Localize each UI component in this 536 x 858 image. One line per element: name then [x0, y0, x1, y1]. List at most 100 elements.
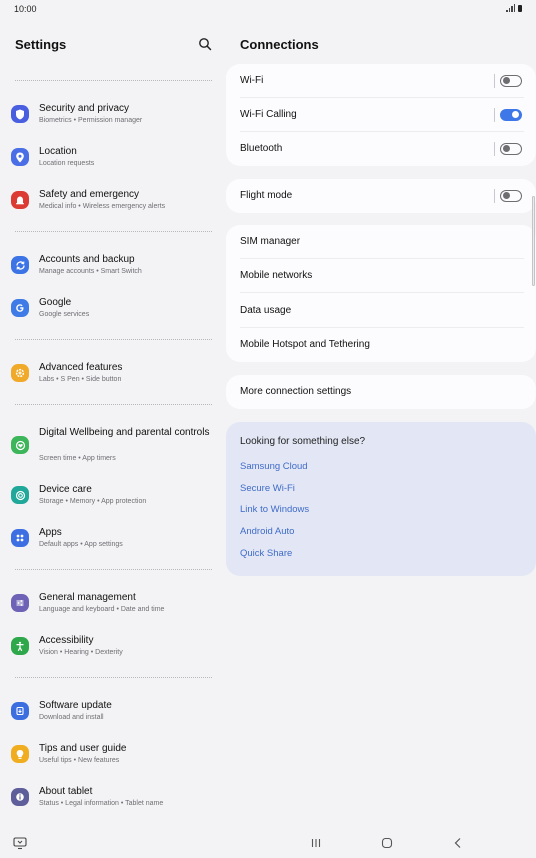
menu-item-general-management[interactable]: General management Language and keyboard…: [0, 591, 224, 621]
link-samsung-cloud[interactable]: Samsung Cloud: [240, 461, 308, 472]
suggestions-card: Looking for something else? Samsung Clou…: [226, 422, 536, 576]
row-label: Wi-Fi: [240, 75, 264, 86]
menu-item-subtitle: Storage • Memory • App protection: [39, 498, 147, 505]
menu-item-title: Tips and user guide: [39, 743, 127, 754]
divider: [15, 677, 212, 678]
wifi-toggle[interactable]: [500, 75, 522, 87]
info-icon: [11, 788, 29, 806]
row-mobile-hotspot[interactable]: Mobile Hotspot and Tethering: [226, 328, 536, 362]
location-pin-icon: [11, 148, 29, 166]
flight-mode-toggle[interactable]: [500, 190, 522, 202]
menu-item-title: Device care: [39, 484, 92, 495]
menu-item-advanced-features[interactable]: Advanced features Labs • S Pen • Side bu…: [0, 361, 224, 391]
menu-item-google[interactable]: Google Google services: [0, 296, 224, 326]
status-bar: 10:00: [0, 0, 536, 18]
menu-item-subtitle: Default apps • App settings: [39, 541, 123, 548]
accessibility-icon: [11, 637, 29, 655]
row-label: Flight mode: [240, 190, 293, 201]
status-time: 10:00: [14, 4, 37, 14]
row-divider: [494, 74, 495, 88]
menu-item-subtitle: Useful tips • New features: [39, 757, 120, 764]
menu-item-title: Security and privacy: [39, 103, 130, 114]
emergency-icon: [11, 191, 29, 209]
settings-title: Settings: [15, 37, 67, 52]
menu-item-title: Advanced features: [39, 362, 123, 373]
divider: [15, 339, 212, 340]
signal-icon: [506, 4, 515, 12]
menu-item-subtitle: Google services: [39, 311, 90, 318]
wifi-calling-toggle[interactable]: [500, 109, 522, 121]
flight-mode-card: Flight mode: [226, 179, 536, 213]
menu-item-about-tablet[interactable]: About tablet Status • Legal information …: [0, 785, 224, 815]
link-secure-wifi[interactable]: Secure Wi-Fi: [240, 483, 295, 494]
more-settings-card: More connection settings: [226, 375, 536, 409]
row-label: Mobile networks: [240, 270, 313, 281]
link-quick-share[interactable]: Quick Share: [240, 548, 292, 559]
row-mobile-networks[interactable]: Mobile networks: [226, 259, 536, 293]
row-wifi[interactable]: Wi-Fi: [226, 64, 536, 98]
search-icon: [199, 38, 212, 51]
software-update-icon: [11, 702, 29, 720]
menu-item-title: General management: [39, 592, 136, 603]
menu-item-safety-emergency[interactable]: Safety and emergency Medical info • Wire…: [0, 188, 224, 218]
row-divider: [494, 108, 495, 122]
menu-item-subtitle: Screen time • App timers: [39, 455, 116, 462]
row-sim-manager[interactable]: SIM manager: [226, 225, 536, 259]
home-icon: [381, 837, 393, 849]
row-divider: [494, 189, 495, 203]
menu-item-subtitle: Language and keyboard • Date and time: [39, 606, 165, 613]
network-card: SIM manager Mobile networks Data usage M…: [226, 225, 536, 362]
menu-item-title: Google: [39, 297, 72, 308]
menu-item-subtitle: Vision • Hearing • Dexterity: [39, 649, 123, 656]
menu-item-title: Accessibility: [39, 635, 94, 646]
row-label: Data usage: [240, 305, 292, 316]
menu-item-title: Safety and emergency: [39, 189, 140, 200]
row-more-connection-settings[interactable]: More connection settings: [226, 375, 536, 409]
recents-button[interactable]: [308, 836, 324, 850]
menu-item-device-care[interactable]: Device care Storage • Memory • App prote…: [0, 483, 224, 513]
menu-item-location[interactable]: Location Location requests: [0, 145, 224, 175]
menu-item-accessibility[interactable]: Accessibility Vision • Hearing • Dexteri…: [0, 634, 224, 664]
menu-item-subtitle: Medical info • Wireless emergency alerts: [39, 203, 166, 210]
sliders-icon: [11, 594, 29, 612]
menu-item-title: Accounts and backup: [39, 254, 135, 265]
row-flight-mode[interactable]: Flight mode: [226, 179, 536, 213]
scrollbar[interactable]: [532, 196, 535, 286]
menu-item-apps[interactable]: Apps Default apps • App settings: [0, 526, 224, 556]
google-icon: [11, 299, 29, 317]
row-label: Wi-Fi Calling: [240, 109, 297, 120]
back-button[interactable]: [450, 836, 466, 850]
shield-icon: [11, 105, 29, 123]
gear-plus-icon: [11, 364, 29, 382]
home-button[interactable]: [379, 836, 395, 850]
menu-item-subtitle: Download and install: [39, 714, 104, 721]
row-bluetooth[interactable]: Bluetooth: [226, 132, 536, 166]
status-icons: [506, 4, 522, 12]
row-label: More connection settings: [240, 386, 352, 397]
menu-item-accounts-backup[interactable]: Accounts and backup Manage accounts • Sm…: [0, 253, 224, 283]
link-link-to-windows[interactable]: Link to Windows: [240, 504, 309, 515]
row-wifi-calling[interactable]: Wi-Fi Calling: [226, 98, 536, 132]
search-button[interactable]: [198, 37, 212, 51]
menu-item-subtitle: Biometrics • Permission manager: [39, 117, 143, 124]
menu-item-security-privacy[interactable]: Security and privacy Biometrics • Permis…: [0, 102, 224, 132]
menu-item-tips-user-guide[interactable]: Tips and user guide Useful tips • New fe…: [0, 742, 224, 772]
divider: [15, 569, 212, 570]
settings-list-pane: Settings Security and privacy Biometrics…: [0, 18, 224, 830]
menu-item-software-update[interactable]: Software update Download and install: [0, 699, 224, 729]
battery-icon: [518, 5, 522, 12]
row-label: Mobile Hotspot and Tethering: [240, 339, 370, 350]
menu-item-title: Location: [39, 146, 77, 157]
sync-icon: [11, 256, 29, 274]
apps-grid-icon: [11, 529, 29, 547]
bluetooth-toggle[interactable]: [500, 143, 522, 155]
row-data-usage[interactable]: Data usage: [226, 294, 536, 328]
menu-item-subtitle: Status • Legal information • Tablet name: [39, 800, 164, 807]
keyboard-switch-button[interactable]: [12, 836, 28, 850]
link-android-auto[interactable]: Android Auto: [240, 526, 294, 537]
row-divider: [494, 142, 495, 156]
menu-item-digital-wellbeing[interactable]: Digital Wellbeing and parental controls …: [0, 426, 224, 470]
back-icon: [454, 838, 461, 848]
navigation-bar: [0, 830, 536, 858]
divider: [15, 231, 212, 232]
